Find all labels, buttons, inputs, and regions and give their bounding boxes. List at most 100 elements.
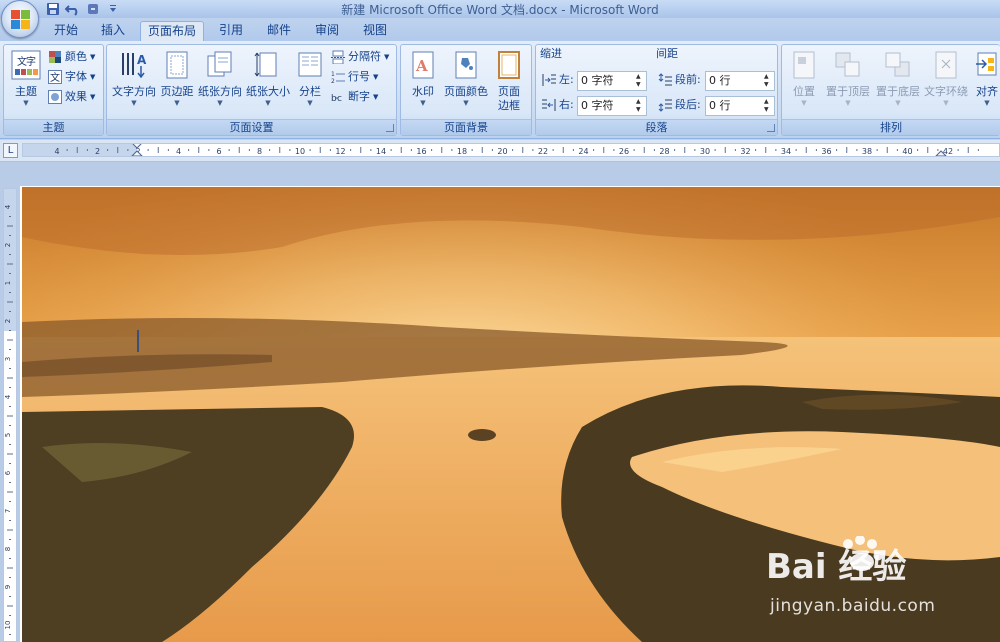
ruler-number: 8 [257, 147, 262, 156]
watermark-icon: A [412, 51, 434, 79]
size-button[interactable]: 纸张大小 ▼ [245, 50, 291, 107]
ruler-number: 32 [740, 147, 750, 156]
spacing-after-spinner-icon[interactable]: ▲ ▼ [764, 98, 772, 114]
align-button[interactable]: 对齐 ▼ [973, 50, 1000, 107]
page-background-group-label: 页面背景 [401, 119, 531, 135]
vruler-number: 6 [4, 470, 12, 475]
text-wrap-button[interactable]: 文字环绕 ▼ [922, 50, 970, 107]
breaks-button[interactable]: 分隔符 ▼ [331, 48, 389, 66]
first-line-indent-marker-icon[interactable] [131, 143, 143, 157]
vruler-number: 10 [4, 621, 12, 630]
spacing-after-input[interactable]: 0 行 ▲ ▼ [705, 96, 775, 116]
indent-left-input[interactable]: 0 字符 ▲ ▼ [577, 71, 647, 91]
tab-view[interactable]: 视图 [354, 21, 396, 41]
tab-references[interactable]: 引用 [210, 21, 252, 41]
bring-to-front-icon [835, 52, 860, 77]
page-color-label: 页面颜色 [444, 85, 488, 98]
size-label: 纸张大小 [246, 85, 290, 98]
theme-button[interactable]: 文 字 主题 ▼ [8, 50, 44, 107]
svg-text:A: A [415, 57, 428, 75]
indent-right-label: 右: [559, 98, 574, 111]
line-numbers-button[interactable]: 12 行号 ▼ [331, 68, 378, 86]
save-icon[interactable] [44, 1, 62, 17]
page-color-icon [455, 51, 477, 79]
indent-left-spinner-icon[interactable]: ▲ ▼ [636, 73, 644, 89]
svg-text:c: c [337, 94, 342, 104]
right-indent-marker-icon[interactable] [935, 143, 947, 157]
page-borders-label-2: 边框 [498, 99, 520, 112]
indent-title: 缩进 [540, 47, 562, 60]
indent-right-value: 0 字符 [581, 99, 614, 112]
paragraph-launcher[interactable] [767, 124, 775, 132]
page-color-button[interactable]: 页面颜色 ▼ [443, 50, 489, 107]
hyphenation-button[interactable]: bc 断字 ▼ [331, 88, 378, 106]
orientation-button[interactable]: 纸张方向 ▼ [197, 50, 243, 107]
indent-left-icon [542, 74, 556, 86]
columns-button[interactable]: 分栏 ▼ [295, 50, 325, 107]
align-icon [976, 52, 997, 76]
tab-home[interactable]: 开始 [44, 21, 88, 41]
svg-text:字: 字 [26, 55, 36, 68]
redo-icon[interactable] [84, 1, 102, 17]
spacing-before-input[interactable]: 0 行 ▲ ▼ [705, 71, 775, 91]
customize-icon[interactable] [104, 1, 122, 17]
indent-left-value: 0 字符 [581, 74, 614, 87]
indent-right-icon [542, 99, 556, 111]
spacing-before-spinner-icon[interactable]: ▲ ▼ [764, 73, 772, 89]
tab-mailings[interactable]: 邮件 [258, 21, 300, 41]
bring-to-front-label: 置于顶层 [826, 85, 870, 98]
spacing-before-row: 段前: [658, 71, 701, 89]
effects-button[interactable]: 效果 ▼ [48, 88, 95, 106]
watermark-site: jingyan.baidu.com [770, 596, 936, 616]
ruler-number: 28 [659, 147, 669, 156]
tab-stop-selector[interactable]: L [3, 143, 18, 158]
vruler-number: 7 [4, 509, 12, 513]
indent-right-input[interactable]: 0 字符 ▲ ▼ [577, 96, 647, 116]
tab-page-layout[interactable]: 页面布局 [140, 21, 204, 41]
position-button[interactable]: 位置 ▼ [788, 50, 820, 107]
watermark-button[interactable]: A 水印 ▼ [407, 50, 439, 107]
page-borders-button[interactable]: 页面 边框 [493, 50, 525, 113]
svg-text:文: 文 [50, 71, 60, 84]
window-title: 新建 Microsoft Office Word 文档.docx - Micro… [341, 3, 659, 17]
tab-review[interactable]: 审阅 [306, 21, 348, 41]
horizontal-ruler[interactable]: 4224681012141618202224262830323436384042 [22, 143, 1000, 157]
indent-left-row: 左: [542, 71, 574, 89]
page-background-group: A 水印 ▼ 页面颜色 ▼ 页面 边框 页面背景 [400, 44, 532, 136]
vruler-number: 1 [4, 281, 12, 285]
send-to-back-button[interactable]: 置于底层 ▼ [874, 50, 922, 107]
ruler-number: 22 [538, 147, 548, 156]
vruler-number: 2 [4, 243, 12, 247]
fonts-button[interactable]: 文 字体 ▼ [48, 68, 95, 86]
ruler-number: 16 [416, 147, 426, 156]
theme-label: 主题 [15, 85, 37, 98]
vertical-ruler[interactable]: 4 2 1 2 3 4 5 6 7 8 9 10 [3, 188, 17, 642]
position-icon [793, 51, 815, 79]
breaks-icon [331, 50, 345, 64]
colors-label: 颜色 [65, 50, 87, 63]
tab-insert[interactable]: 插入 [91, 21, 135, 41]
undo-icon[interactable] [64, 1, 82, 17]
ruler-number: 12 [335, 147, 345, 156]
indent-right-spinner-icon[interactable]: ▲ ▼ [636, 98, 644, 114]
text-direction-button[interactable]: A 文字方向 ▼ [111, 50, 157, 107]
ruler-number: 24 [578, 147, 588, 156]
text-wrap-icon [935, 51, 957, 79]
orientation-icon [207, 51, 232, 77]
arrange-group: 位置 ▼ 置于顶层 ▼ 置于底层 ▼ 文字环绕 ▼ 对齐 ▼ 排列 [781, 44, 1000, 136]
ruler-number: 2 [95, 147, 100, 156]
columns-label: 分栏 [299, 85, 321, 98]
bring-to-front-button[interactable]: 置于顶层 ▼ [824, 50, 872, 107]
office-button[interactable] [1, 0, 39, 38]
page-borders-label-1: 页面 [498, 85, 520, 98]
paper-size-icon [254, 52, 277, 77]
colors-button[interactable]: 颜色 ▼ [48, 48, 95, 66]
horizontal-ruler-ticks: 4224681012141618202224262830323436384042 [54, 147, 979, 156]
spacing-before-label: 段前: [675, 73, 701, 86]
page-setup-launcher[interactable] [386, 124, 394, 132]
margins-button[interactable]: 页边距 ▼ [159, 50, 195, 107]
quick-access-toolbar [44, 1, 122, 17]
margins-label: 页边距 [160, 85, 194, 98]
svg-text:2: 2 [331, 78, 335, 84]
text-cursor [137, 330, 139, 352]
